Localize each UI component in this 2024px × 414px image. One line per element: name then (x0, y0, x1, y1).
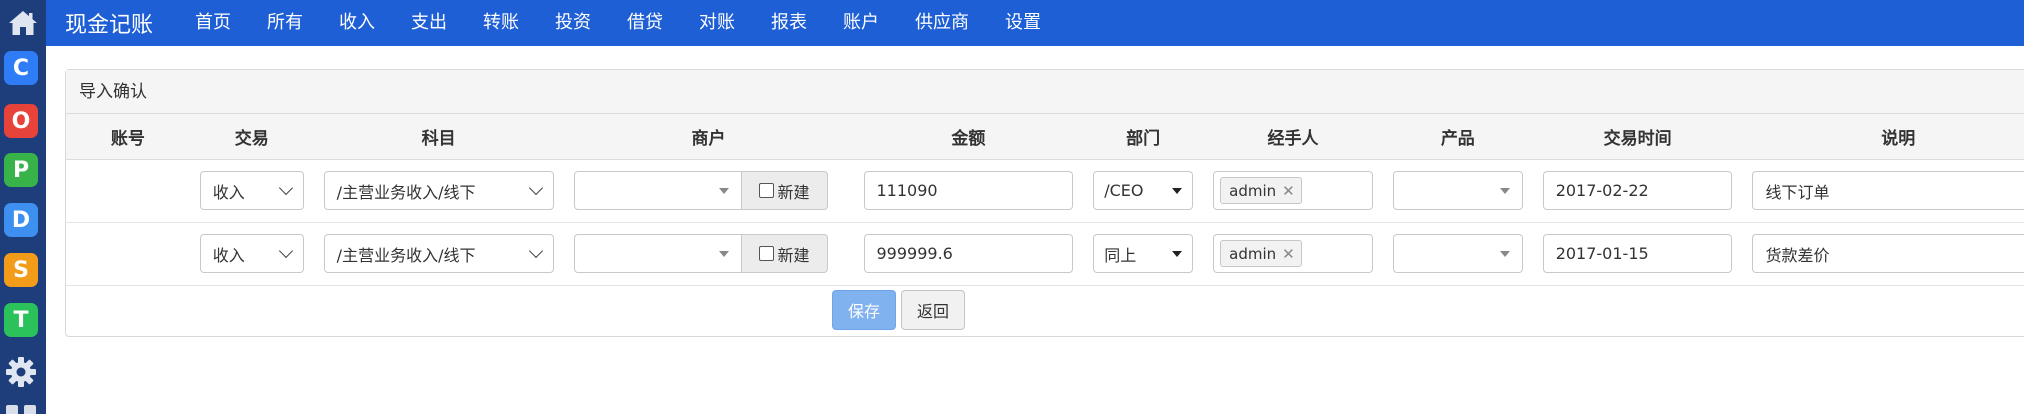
handler-tag-input[interactable]: admin ✕ (1213, 234, 1373, 273)
product-select[interactable] (1392, 171, 1523, 210)
brand-title[interactable]: 现金记账 (65, 7, 153, 39)
subject-select[interactable]: /主营业务收入/线下 (323, 234, 554, 273)
caret-down-icon (718, 187, 729, 194)
amount-input[interactable]: 999999.6 (863, 234, 1074, 273)
app-c-icon[interactable]: C (4, 51, 38, 85)
table-row: 收入 /主营业务收入/线下 新建 999999.6 同上 admin ✕ 2017… (66, 222, 2024, 286)
app-s-letter: S (13, 257, 29, 283)
col-merchant: 商户 (563, 114, 854, 160)
col-dept: 部门 (1083, 114, 1204, 160)
date-input[interactable]: 2017-02-22 (1542, 171, 1733, 210)
col-handler: 经手人 (1203, 114, 1383, 160)
merchant-field: 新建 (573, 234, 844, 273)
chevron-down-icon (528, 180, 543, 195)
table-header-row: 账号 交易 科目 商户 金额 部门 经手人 产品 交易时间 说明 (66, 114, 2024, 160)
nav-loan[interactable]: 借贷 (609, 0, 681, 46)
type-select[interactable]: 收入 (199, 234, 304, 273)
chevron-down-icon (528, 243, 543, 258)
nav-home[interactable]: 首页 (177, 0, 249, 46)
account-cell (66, 222, 190, 286)
dept-select[interactable]: 同上 (1093, 234, 1194, 273)
nav-accounts[interactable]: 账户 (825, 0, 897, 46)
nav-reconcile[interactable]: 对账 (681, 0, 753, 46)
col-product: 产品 (1382, 114, 1533, 160)
chevron-down-icon (278, 243, 293, 258)
col-account: 账号 (66, 114, 190, 160)
app-p-letter: P (12, 157, 30, 183)
col-note: 说明 (1742, 114, 2024, 160)
checkbox-icon (758, 183, 774, 198)
merchant-field: 新建 (573, 171, 844, 210)
handler-tag: admin ✕ (1220, 177, 1302, 204)
app-t-icon[interactable]: T (4, 303, 38, 337)
checkbox-icon (758, 246, 774, 261)
nav-reports[interactable]: 报表 (753, 0, 825, 46)
app-sidebar: C O P D S T (0, 0, 46, 414)
home-icon[interactable] (0, 0, 46, 46)
nav-transfer[interactable]: 转账 (465, 0, 537, 46)
caret-down-icon (718, 250, 729, 257)
dept-value: 同上 (1104, 245, 1137, 265)
gear-icon[interactable] (4, 355, 38, 389)
handler-tag: admin ✕ (1220, 240, 1302, 267)
chevron-down-icon (278, 180, 293, 195)
nav-suppliers[interactable]: 供应商 (897, 0, 987, 46)
app-t-letter: T (13, 307, 29, 333)
nav-expense[interactable]: 支出 (393, 0, 465, 46)
close-icon[interactable]: ✕ (1282, 245, 1295, 263)
handler-tag-input[interactable]: admin ✕ (1213, 171, 1373, 210)
panel-title: 导入确认 (66, 70, 2024, 114)
import-table: 账号 交易 科目 商户 金额 部门 经手人 产品 交易时间 说明 收入 /主营业… (66, 114, 2024, 286)
note-input[interactable]: 线下订单 (1752, 171, 2024, 210)
type-select[interactable]: 收入 (199, 171, 304, 210)
subject-value: /主营业务收入/线下 (336, 182, 476, 202)
account-cell (66, 159, 190, 223)
nav-all[interactable]: 所有 (249, 0, 321, 46)
new-label: 新建 (777, 182, 810, 202)
app-o-letter: O (11, 108, 31, 134)
new-label: 新建 (777, 245, 810, 265)
app-p-icon[interactable]: P (4, 153, 38, 187)
close-icon[interactable]: ✕ (1282, 182, 1295, 200)
new-merchant-checkbox[interactable]: 新建 (741, 171, 828, 210)
caret-down-icon (1172, 187, 1183, 194)
caret-down-icon (1499, 250, 1510, 257)
dept-value: /CEO (1104, 181, 1144, 200)
subject-value: /主营业务收入/线下 (336, 245, 476, 265)
merchant-select[interactable] (573, 171, 742, 210)
note-input[interactable]: 货款差价 (1752, 234, 2024, 273)
type-value: 收入 (212, 245, 245, 265)
dept-select[interactable]: /CEO (1093, 171, 1194, 210)
col-date: 交易时间 (1532, 114, 1743, 160)
new-merchant-checkbox[interactable]: 新建 (741, 234, 828, 273)
col-subject: 科目 (313, 114, 564, 160)
caret-down-icon (1172, 250, 1183, 257)
col-amount: 金额 (853, 114, 1084, 160)
form-actions: 保存 返回 (832, 290, 965, 330)
back-button[interactable]: 返回 (901, 290, 965, 330)
grid-icon[interactable] (6, 405, 36, 414)
nav-settings[interactable]: 设置 (987, 0, 1059, 46)
type-value: 收入 (212, 182, 245, 202)
merchant-select[interactable] (573, 234, 742, 273)
caret-down-icon (1499, 187, 1510, 194)
table-row: 收入 /主营业务收入/线下 新建 111090 /CEO admin ✕ 2017… (66, 159, 2024, 223)
app-o-icon[interactable]: O (4, 104, 38, 138)
subject-select[interactable]: /主营业务收入/线下 (323, 171, 554, 210)
app-d-letter: D (11, 207, 31, 233)
col-type: 交易 (189, 114, 314, 160)
save-button[interactable]: 保存 (832, 290, 896, 330)
app-c-letter: C (12, 55, 30, 81)
amount-input[interactable]: 111090 (863, 171, 1074, 210)
nav-invest[interactable]: 投资 (537, 0, 609, 46)
app-s-icon[interactable]: S (4, 253, 38, 287)
product-select[interactable] (1392, 234, 1523, 273)
top-navbar: 现金记账 首页 所有 收入 支出 转账 投资 借贷 对账 报表 账户 供应商 设… (46, 0, 2024, 46)
handler-tag-label: admin (1229, 244, 1277, 263)
date-input[interactable]: 2017-01-15 (1542, 234, 1733, 273)
import-confirm-panel: 导入确认 账号 交易 科目 商户 金额 部门 经手人 产品 交易时间 说明 收入… (65, 69, 2024, 337)
handler-tag-label: admin (1229, 181, 1277, 200)
app-d-icon[interactable]: D (4, 203, 38, 237)
nav-income[interactable]: 收入 (321, 0, 393, 46)
